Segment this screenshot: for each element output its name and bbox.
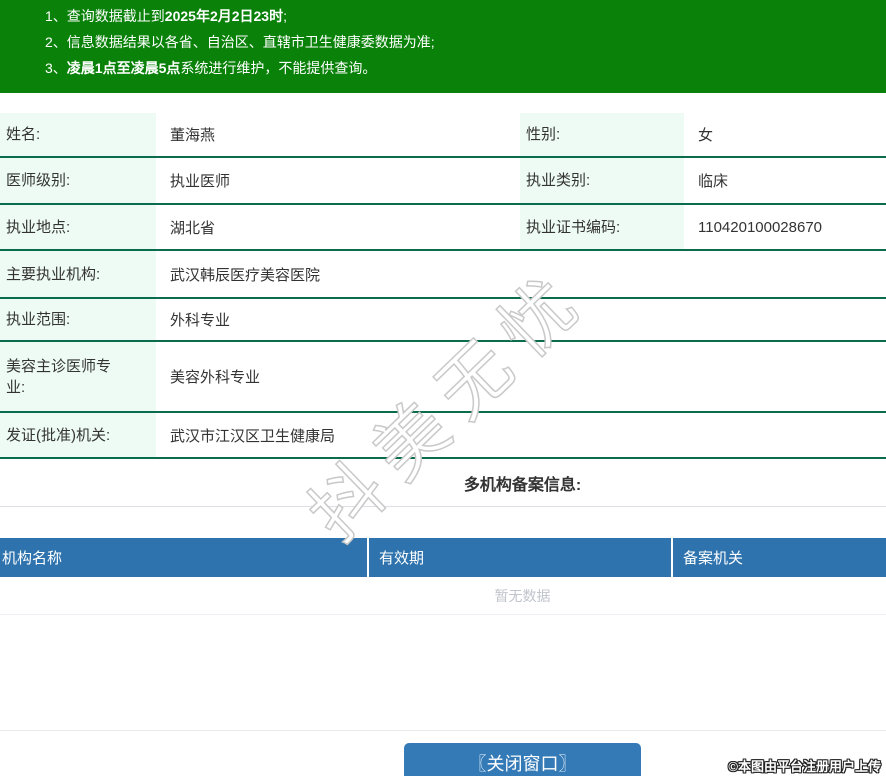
column-institution-name: 机构名称 <box>2 550 63 567</box>
notice-text: 系统进行维护，不能提供查询。 <box>180 60 377 76</box>
notice-bold: 2025年2月2日23时 <box>164 8 284 24</box>
notice-text: 查询数据截止到 <box>66 8 165 24</box>
info-row-main-institution: 主要执业机构: 武汉韩辰医疗美容医院 <box>0 251 886 299</box>
cosmetic-specialty-label: 美容主诊医师专业: <box>0 342 156 411</box>
physician-info-table: 姓名: 董海燕 性别: 女 医师级别: 执业医师 执业类别: 临床 执业地点: … <box>0 113 886 459</box>
notice-line-2: 2、信息数据结果以各省、自治区、直辖市卫生健康委数据为准; <box>45 29 886 55</box>
name-value: 董海燕 <box>170 127 216 144</box>
notice-bold: 凌晨1点至凌晨5点 <box>66 60 181 76</box>
practice-scope-label: 执业范围: <box>0 299 156 340</box>
column-validity-period: 有效期 <box>367 538 671 577</box>
practice-location-label: 执业地点: <box>0 205 156 249</box>
notice-number: 2、 <box>45 34 67 50</box>
close-window-button[interactable]: 〖关闭窗口〗 <box>404 743 641 776</box>
filing-empty-state: 暂无数据 <box>0 577 886 615</box>
info-row-practice-scope: 执业范围: 外科专业 <box>0 299 886 342</box>
doctor-level-label: 医师级别: <box>0 158 156 203</box>
notice-number: 1、 <box>45 8 67 24</box>
info-row-level-category: 医师级别: 执业医师 执业类别: 临床 <box>0 158 886 205</box>
license-number-label: 执业证书编码: <box>520 205 684 249</box>
info-row-cosmetic-specialty: 美容主诊医师专业: 美容外科专业 <box>0 342 886 413</box>
notice-number: 3、 <box>45 60 67 76</box>
notice-line-1: 1、查询数据截止到2025年2月2日23时; <box>45 3 886 29</box>
issuing-authority-value: 武汉市江汉区卫生健康局 <box>170 427 336 445</box>
notice-text: ; <box>283 8 287 24</box>
notice-line-3: 3、凌晨1点至凌晨5点系统进行维护，不能提供查询。 <box>45 55 886 81</box>
footer-divider <box>0 730 886 731</box>
column-filing-authority: 备案机关 <box>671 538 886 577</box>
issuing-authority-label: 发证(批准)机关: <box>0 413 156 457</box>
practice-location-value: 湖北省 <box>170 219 216 237</box>
upload-credit-text: ©本图由平台注册用户上传 <box>728 759 881 774</box>
info-row-issuing-authority: 发证(批准)机关: 武汉市江汉区卫生健康局 <box>0 413 886 459</box>
gender-value: 女 <box>698 127 714 144</box>
practice-category-label: 执业类别: <box>520 158 684 203</box>
main-institution-label: 主要执业机构: <box>0 251 156 297</box>
filing-table-header: 机构名称 有效期 备案机关 <box>0 538 886 577</box>
notice-text: 信息数据结果以各省、自治区、直辖市卫生健康委数据为准; <box>66 34 435 50</box>
info-row-location-license: 执业地点: 湖北省 执业证书编码: 110420100028670 <box>0 205 886 251</box>
cosmetic-specialty-value: 美容外科专业 <box>170 369 261 386</box>
page: 1、查询数据截止到2025年2月2日23时; 2、信息数据结果以各省、自治区、直… <box>0 0 886 776</box>
license-number-value: 110420100028670 <box>698 218 823 236</box>
practice-scope-value: 外科专业 <box>170 312 231 329</box>
name-label: 姓名: <box>0 113 156 156</box>
practice-category-value: 临床 <box>698 173 729 190</box>
main-institution-value: 武汉韩辰医疗美容医院 <box>170 266 321 284</box>
notice-banner: 1、查询数据截止到2025年2月2日23时; 2、信息数据结果以各省、自治区、直… <box>0 0 886 93</box>
info-row-name-gender: 姓名: 董海燕 性别: 女 <box>0 113 886 158</box>
gender-label: 性别: <box>520 113 684 156</box>
filing-section-title: 多机构备案信息: <box>0 459 886 507</box>
doctor-level-value: 执业医师 <box>170 173 231 190</box>
